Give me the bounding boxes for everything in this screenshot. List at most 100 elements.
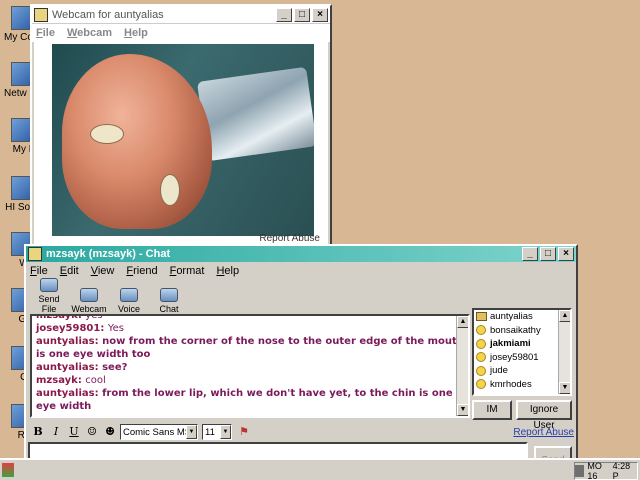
smiley-icon — [476, 352, 486, 363]
user-list-items: auntyalias bonsaikathy jakmiami josey59801 j… — [474, 310, 570, 391]
close-button[interactable]: × — [558, 247, 574, 261]
chat-separator: : — [94, 336, 103, 347]
chat-text: yes — [85, 314, 103, 321]
scroll-down-icon[interactable]: ▼ — [559, 382, 570, 394]
room-user-list[interactable]: auntyalias bonsaikathy jakmiami josey59801 j… — [472, 308, 572, 396]
user-list-scrollbar[interactable]: ▲ ▼ — [558, 310, 570, 394]
font-select-value: Comic Sans MS — [123, 426, 192, 438]
user-list-item[interactable]: josey59801 — [474, 351, 570, 365]
italic-button[interactable]: I — [48, 424, 64, 440]
chat-message: mzsayk: cool — [36, 374, 464, 387]
chat-label: Chat — [159, 304, 179, 314]
flag-icon[interactable]: ⚑ — [236, 424, 252, 440]
user-list-item[interactable]: bonsaikathy — [474, 324, 570, 338]
chat-sender: josey59801 — [36, 323, 101, 334]
webcam-title: Webcam for auntyalias — [52, 8, 164, 21]
chat-bubble-icon — [160, 288, 178, 302]
clock: 4:28 P — [612, 461, 631, 480]
chat-message: auntyalias: now from the corner of the n… — [36, 335, 464, 361]
chat-window: mzsayk (mzsayk) - Chat _ □ × File Edit V… — [24, 244, 578, 480]
chat-separator: : — [94, 388, 103, 399]
im-button[interactable]: IM — [472, 400, 512, 420]
underline-button[interactable]: U — [66, 424, 82, 440]
webcam-button[interactable]: Webcam — [70, 288, 108, 314]
user-list-item[interactable]: auntyalias — [474, 310, 570, 324]
smiley-icon — [476, 338, 486, 349]
font-size-value: 11 — [205, 426, 215, 438]
user-name: josey59801 — [490, 351, 539, 363]
scroll-up-icon[interactable]: ▲ — [457, 316, 468, 328]
ignore-user-button[interactable]: Ignore User — [516, 400, 572, 431]
chat-sender: auntyalias — [36, 362, 95, 373]
webcam-titlebar[interactable]: Webcam for auntyalias _ □ × — [32, 6, 330, 24]
chat-button[interactable]: Chat — [150, 288, 188, 314]
chat-message: mzsayk: yes — [36, 314, 464, 322]
webcam-view: Report Abuse — [34, 42, 328, 244]
minimize-button[interactable]: _ — [276, 7, 292, 22]
chat-menubar: File Edit View Friend Format Help — [26, 262, 576, 280]
clay-eye — [90, 124, 124, 144]
report-abuse-link[interactable]: Report Abuse — [513, 427, 574, 438]
send-file-button[interactable]: Send File — [30, 278, 68, 314]
minimize-button[interactable]: _ — [522, 247, 538, 261]
chat-title: mzsayk (mzsayk) - Chat — [46, 248, 171, 260]
font-size-select[interactable]: 11 ▼ — [202, 424, 232, 440]
chat-separator: : — [100, 323, 108, 334]
webcam-menubar: File Webcam Help — [32, 24, 330, 42]
menu-format[interactable]: Format — [170, 265, 205, 277]
smiley-icon — [476, 325, 486, 336]
chat-text: Yes — [107, 323, 124, 334]
webcam-app-icon — [34, 7, 48, 22]
system-tray: MO 16 4:28 P — [574, 461, 638, 480]
chat-text: cool — [85, 375, 106, 386]
menu-edit[interactable]: Edit — [60, 265, 79, 277]
clay-face — [62, 54, 212, 229]
chat-text: see? — [102, 362, 128, 373]
tray-icon[interactable] — [575, 465, 585, 477]
bold-button[interactable]: B — [30, 424, 46, 440]
menu-webcam[interactable]: Webcam — [67, 27, 112, 39]
webcam-video — [52, 44, 314, 236]
close-button[interactable]: × — [312, 7, 328, 22]
smiley-icon — [476, 379, 486, 390]
chat-sender: mzsayk — [36, 375, 78, 386]
user-name: jude — [490, 365, 508, 377]
smiley-menu-icon[interactable]: ☻ — [102, 424, 118, 440]
user-list-item[interactable]: kmrhodes — [474, 378, 570, 392]
font-select[interactable]: Comic Sans MS ▼ — [120, 424, 198, 440]
user-list-item[interactable]: jude — [474, 364, 570, 378]
webcam-report-abuse-link[interactable]: Report Abuse — [259, 233, 320, 244]
chat-titlebar[interactable]: mzsayk (mzsayk) - Chat _ □ × — [26, 246, 576, 262]
messenger-icon — [28, 247, 42, 261]
user-name: bonsaikathy — [490, 324, 541, 336]
scroll-down-icon[interactable]: ▼ — [457, 404, 468, 416]
user-name: auntyalias — [490, 311, 533, 323]
chat-sender: auntyalias — [36, 336, 95, 347]
smiley-icon — [476, 365, 486, 376]
start-button[interactable] — [2, 463, 14, 477]
chat-scrollbar[interactable]: ▲ ▼ — [456, 316, 468, 416]
send-file-label: Send File — [38, 294, 60, 314]
clay-chin-mark — [160, 174, 180, 206]
menu-help[interactable]: Help — [124, 27, 148, 39]
voice-button[interactable]: Voice — [110, 288, 148, 314]
menu-file[interactable]: File — [30, 265, 48, 277]
microphone-icon — [120, 288, 138, 302]
chevron-down-icon: ▼ — [220, 425, 231, 439]
chat-lines: mzsayk: yes josey59801: Yes auntyalias: no… — [32, 314, 468, 413]
emoticon-icon[interactable]: ☺ — [84, 424, 100, 440]
chat-transcript[interactable]: mzsayk: yes josey59801: Yes auntyalias: no… — [30, 314, 470, 418]
menu-file[interactable]: File — [36, 27, 55, 39]
maximize-button[interactable]: □ — [540, 247, 556, 261]
format-toolbar: B I U ☺ ☻ Comic Sans MS ▼ 11 ▼ ⚑ Report … — [30, 422, 574, 442]
menu-friend[interactable]: Friend — [126, 265, 157, 277]
user-list-item[interactable]: jakmiami — [474, 337, 570, 351]
foil-background — [196, 66, 314, 162]
menu-view[interactable]: View — [91, 265, 115, 277]
user-name: jakmiami — [490, 338, 531, 350]
chevron-down-icon: ▼ — [186, 425, 197, 439]
webcam-icon — [476, 312, 487, 322]
maximize-button[interactable]: □ — [294, 7, 310, 22]
scroll-up-icon[interactable]: ▲ — [559, 310, 570, 322]
menu-help[interactable]: Help — [216, 265, 239, 277]
